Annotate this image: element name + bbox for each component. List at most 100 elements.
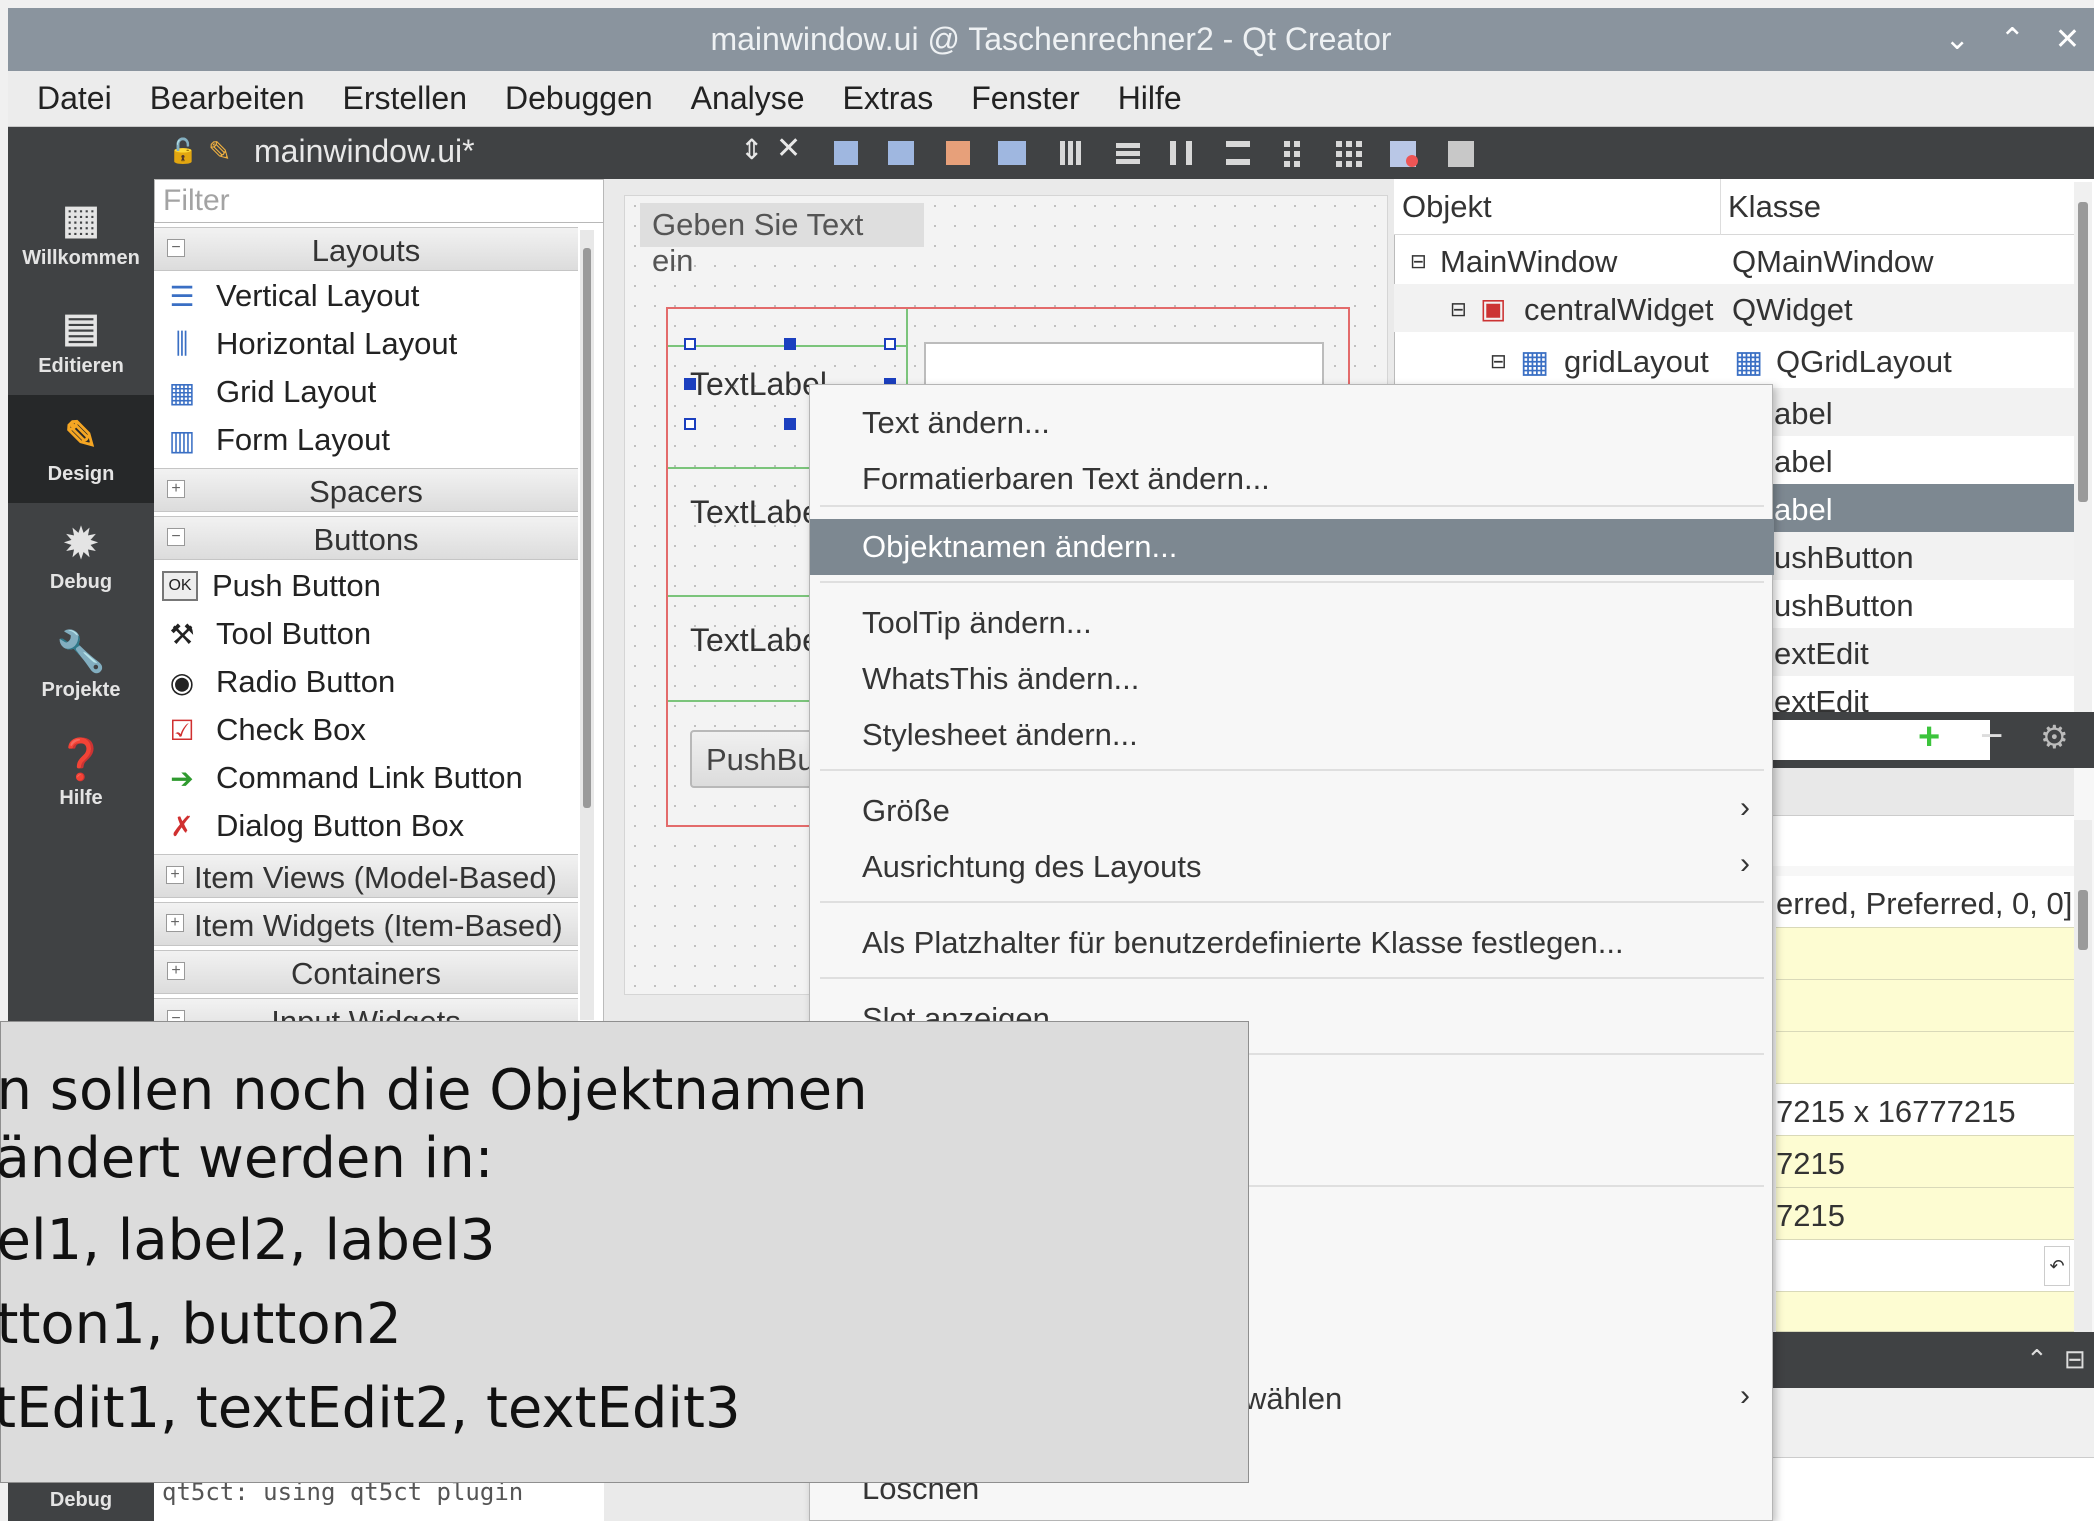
mode-projekte[interactable]: 🔧 Projekte [8, 611, 154, 719]
object-class: abel [1774, 492, 1833, 527]
object-class: extEdit [1774, 684, 1869, 712]
category-label: Item Widgets (Item-Based) [194, 908, 563, 943]
column-klasse[interactable]: Klasse [1728, 189, 1821, 225]
expand-icon[interactable]: + [166, 866, 184, 884]
tree-row-gridlayout[interactable]: ⊟ ▦ gridLayout ▦ QGridLayout [1394, 336, 2074, 384]
menu-extras[interactable]: Extras [824, 80, 953, 117]
property-max-height[interactable]: 7215 [1776, 1188, 2074, 1240]
menu-item-groesse[interactable]: Größe › [810, 783, 1774, 839]
file-switch-icon[interactable]: ⇕ [740, 133, 763, 166]
lock-icon[interactable]: 🔓 [168, 137, 198, 166]
menu-bearbeiten[interactable]: Bearbeiten [131, 80, 324, 117]
menu-item-whatsthis-aendern[interactable]: WhatsThis ändern... [810, 651, 1774, 707]
minimize-icon[interactable]: ⌄ [1945, 22, 1970, 57]
category-item-widgets[interactable]: + Item Widgets (Item-Based) [154, 902, 578, 946]
float-panel-icon[interactable]: ⊟ [2064, 1344, 2086, 1375]
collapse-icon[interactable]: ⊟ [1410, 249, 1427, 274]
property-row[interactable] [1776, 1292, 2074, 1332]
menu-item-stylesheet-aendern[interactable]: Stylesheet ändern... [810, 707, 1774, 763]
object-class: ushButton [1774, 588, 1914, 623]
open-file-name[interactable]: mainwindow.ui* [254, 133, 475, 170]
widget-check-box[interactable]: ☑ Check Box [162, 706, 365, 754]
widget-filter-input[interactable]: Filter [154, 179, 604, 223]
property-max-width[interactable]: 7215 [1776, 1136, 2074, 1188]
mode-willkommen[interactable]: ▦ Willkommen [8, 179, 154, 287]
reset-icon[interactable]: ↶ [2044, 1246, 2070, 1286]
maximize-icon[interactable]: ⌃ [2000, 22, 2025, 57]
category-label: Containers [291, 956, 441, 991]
menu-fenster[interactable]: Fenster [952, 80, 1098, 117]
widget-vertical-layout[interactable]: ☰ Vertical Layout [162, 272, 419, 320]
object-inspector-scrollbar[interactable] [2074, 182, 2092, 712]
mode-design[interactable]: ✎ Design [8, 395, 154, 503]
widget-icon: ▣ [1480, 293, 1507, 324]
layout-toolbar-icons[interactable] [818, 135, 1498, 171]
widget-grid-layout[interactable]: ▦ Grid Layout [162, 368, 377, 416]
column-objekt[interactable]: Objekt [1402, 189, 1492, 225]
category-layouts[interactable]: − Layouts [154, 227, 578, 271]
widget-radio-button[interactable]: ◉ Radio Button [162, 658, 395, 706]
close-file-icon[interactable]: ✕ [776, 131, 801, 166]
object-name: centralWidget [1524, 292, 1714, 327]
form-label-3[interactable]: TextLabel [690, 622, 827, 659]
category-item-views[interactable]: + Item Views (Model-Based) [154, 854, 578, 898]
widget-box-scrollbar[interactable] [580, 230, 594, 1020]
menu-item-objektnamen-aendern[interactable]: Objektnamen ändern... [810, 519, 1774, 575]
menu-item-tooltip-aendern[interactable]: ToolTip ändern... [810, 595, 1774, 651]
selection-handle[interactable] [784, 418, 796, 430]
menu-datei[interactable]: Datei [8, 80, 131, 117]
widget-tool-button[interactable]: ⚒ Tool Button [162, 610, 371, 658]
mode-editieren[interactable]: ▤ Editieren [8, 287, 154, 395]
mode-debug-bottom[interactable]: Debug [8, 1479, 154, 1521]
property-row[interactable]: ↶ [1776, 1240, 2074, 1292]
menu-erstellen[interactable]: Erstellen [323, 80, 486, 117]
configure-icon[interactable]: ⚙ [2040, 718, 2069, 756]
selection-handle[interactable] [684, 338, 696, 350]
widget-form-layout[interactable]: ▥ Form Layout [162, 416, 390, 464]
remove-property-icon[interactable]: − [1980, 714, 2003, 759]
menu-debuggen[interactable]: Debuggen [486, 80, 672, 117]
property-row[interactable] [1776, 1032, 2074, 1084]
widget-push-button[interactable]: OK Push Button [162, 562, 381, 610]
add-property-icon[interactable]: + [1918, 716, 1940, 759]
category-spacers[interactable]: + Spacers [154, 468, 578, 512]
selection-handle[interactable] [684, 378, 696, 390]
selection-handle[interactable] [784, 338, 796, 350]
expand-icon[interactable]: + [166, 914, 184, 932]
mode-hilfe[interactable]: ❓ Hilfe [8, 719, 154, 827]
close-icon[interactable]: ✕ [2055, 22, 2080, 57]
tree-row-mainwindow[interactable]: ⊟ MainWindow QMainWindow [1394, 236, 2074, 284]
object-name: MainWindow [1440, 244, 1618, 279]
file-icon: ✎ [208, 136, 232, 167]
form-menubar-placeholder[interactable]: Geben Sie Text ein [640, 203, 924, 278]
property-row[interactable] [1776, 928, 2074, 980]
tree-row-centralwidget[interactable]: ⊟ ▣ centralWidget QWidget [1394, 284, 2074, 332]
menu-item-label: Text ändern... [862, 405, 1050, 440]
collapse-icon[interactable]: ⊟ [1450, 297, 1467, 322]
category-containers[interactable]: + Containers [154, 950, 578, 994]
chevron-up-icon[interactable]: ⌃ [2026, 1344, 2048, 1375]
menu-item-label: Formatierbaren Text ändern... [862, 461, 1270, 496]
menu-analyse[interactable]: Analyse [672, 80, 824, 117]
selection-handle[interactable] [884, 338, 896, 350]
menu-item-text-aendern[interactable]: Text ändern... [810, 395, 1774, 451]
menu-item-formatierbaren-text[interactable]: Formatierbaren Text ändern... [810, 451, 1774, 507]
selection-handle[interactable] [684, 418, 696, 430]
widget-horizontal-layout[interactable]: ⫼ Horizontal Layout [162, 320, 458, 368]
property-size-policy[interactable]: erred, Preferred, 0, 0] [1776, 876, 2074, 928]
mode-label: Debug [49, 1488, 113, 1511]
menu-hilfe[interactable]: Hilfe [1099, 80, 1201, 117]
category-buttons[interactable]: − Buttons [154, 516, 578, 560]
property-filter-input[interactable] [1764, 720, 1990, 760]
property-editor-scrollbar[interactable] [2074, 820, 2092, 1335]
widget-dialog-button-box[interactable]: ✗ Dialog Button Box [162, 802, 464, 850]
widget-command-link-button[interactable]: ➔ Command Link Button [162, 754, 522, 802]
form-label-1[interactable]: TextLabel [690, 366, 827, 403]
property-maximum-size[interactable]: 7215 x 16777215 [1776, 1084, 2074, 1136]
menu-item-ausrichtung-layouts[interactable]: Ausrichtung des Layouts › [810, 839, 1774, 895]
mode-debug[interactable]: ✹ Debug [8, 503, 154, 611]
collapse-icon[interactable]: ⊟ [1490, 349, 1507, 374]
property-row[interactable] [1776, 980, 2074, 1032]
menu-item-platzhalter[interactable]: Als Platzhalter für benutzerdefinierte K… [810, 915, 1774, 971]
form-label-2[interactable]: TextLabel [690, 494, 827, 531]
